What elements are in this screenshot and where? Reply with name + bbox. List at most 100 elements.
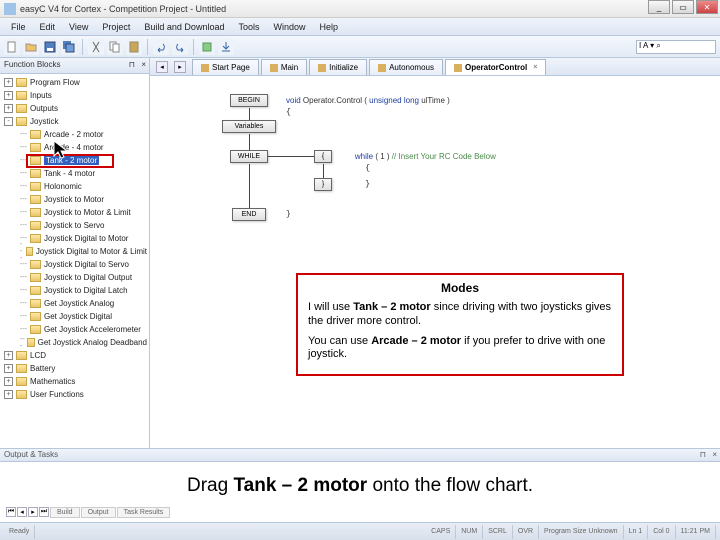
tree-item-get-deadband[interactable]: ---Get Joystick Analog Deadband xyxy=(2,336,147,349)
folder-icon xyxy=(16,377,27,386)
tab-prev-icon[interactable]: ◂ xyxy=(156,61,168,73)
status-col: Col 0 xyxy=(648,525,675,539)
tab-operatorcontrol[interactable]: OperatorControl × xyxy=(445,59,546,75)
saveall-icon[interactable] xyxy=(61,39,77,55)
instruction-text: Drag Tank – 2 motor onto the flow chart. xyxy=(0,468,720,504)
tab-label: Main xyxy=(281,63,298,72)
tree-item-get-digital[interactable]: ---Get Joystick Digital xyxy=(2,310,147,323)
menu-edit[interactable]: Edit xyxy=(33,20,63,34)
block-icon xyxy=(30,286,41,295)
tree-userfn[interactable]: +User Functions xyxy=(2,388,147,401)
block-icon xyxy=(30,221,41,230)
status-caps: CAPS xyxy=(426,525,456,539)
menu-file[interactable]: File xyxy=(4,20,33,34)
tab-icon xyxy=(318,64,326,72)
block-icon xyxy=(30,130,41,139)
flow-brace-open[interactable]: { xyxy=(314,150,332,163)
btab-next-icon[interactable]: ▸ xyxy=(28,507,38,517)
tab-autonomous[interactable]: Autonomous xyxy=(369,59,443,75)
menu-view[interactable]: View xyxy=(62,20,95,34)
btab-build[interactable]: Build xyxy=(50,507,80,518)
tree-item-holonomic[interactable]: ---Holonomic xyxy=(2,180,147,193)
block-icon xyxy=(30,169,41,178)
menu-tools[interactable]: Tools xyxy=(231,20,266,34)
bottom-tabs: ⏮ ◂ ▸ ⏭ Build Output Task Results xyxy=(0,504,170,520)
tree-item-tank2[interactable]: ---Tank - 2 motor xyxy=(2,154,147,167)
tree-item-jsd-motor-limit[interactable]: ---Joystick Digital to Motor & Limit xyxy=(2,245,147,258)
minimize-button[interactable]: _ xyxy=(648,0,670,14)
panel-title: Function Blocks xyxy=(4,60,60,69)
tree-item-tank4[interactable]: ---Tank - 4 motor xyxy=(2,167,147,180)
block-icon xyxy=(30,208,41,217)
btab-last-icon[interactable]: ⏭ xyxy=(39,507,49,517)
tab-label: OperatorControl xyxy=(465,63,527,72)
tree-item-arcade2[interactable]: ---Arcade - 2 motor xyxy=(2,128,147,141)
tree-math[interactable]: +Mathematics xyxy=(2,375,147,388)
code-line-2: { xyxy=(286,108,291,117)
folder-icon xyxy=(16,104,27,113)
tree-item-js-servo[interactable]: ---Joystick to Servo xyxy=(2,219,147,232)
panel-close-icon[interactable]: × xyxy=(141,60,146,69)
redo-icon[interactable] xyxy=(172,39,188,55)
tree-item-js-dlatch[interactable]: ---Joystick to Digital Latch xyxy=(2,284,147,297)
flow-connector xyxy=(323,164,324,178)
tab-next-icon[interactable]: ▸ xyxy=(174,61,186,73)
maximize-button[interactable]: ▭ xyxy=(672,0,694,14)
btab-tasks[interactable]: Task Results xyxy=(117,507,171,518)
tab-icon xyxy=(378,64,386,72)
folder-icon xyxy=(16,364,27,373)
tree-item-js-motor[interactable]: ---Joystick to Motor xyxy=(2,193,147,206)
tab-start[interactable]: Start Page xyxy=(192,59,259,75)
status-num: NUM xyxy=(456,525,483,539)
flow-brace-close[interactable]: } xyxy=(314,178,332,191)
flowchart-canvas[interactable]: BEGIN Variables WHILE { } END void Opera… xyxy=(150,76,720,448)
build-icon[interactable] xyxy=(199,39,215,55)
btab-output[interactable]: Output xyxy=(81,507,116,518)
open-icon[interactable] xyxy=(23,39,39,55)
status-bar: Ready CAPS NUM SCRL OVR Program Size Unk… xyxy=(0,522,720,540)
pin-icon[interactable]: ⊓ xyxy=(129,60,135,69)
tree-item-get-analog[interactable]: ---Get Joystick Analog xyxy=(2,297,147,310)
menu-project[interactable]: Project xyxy=(95,20,137,34)
panel-close-icon[interactable]: × xyxy=(712,450,717,459)
tab-strip: ◂ ▸ Start Page Main Initialize Autonomou… xyxy=(150,58,720,76)
tree-item-arcade4[interactable]: ---Arcade - 4 motor xyxy=(2,141,147,154)
cut-icon[interactable] xyxy=(88,39,104,55)
save-icon[interactable] xyxy=(42,39,58,55)
tab-main[interactable]: Main xyxy=(261,59,307,75)
menu-build[interactable]: Build and Download xyxy=(137,20,231,34)
undo-icon[interactable] xyxy=(153,39,169,55)
tree-item-js-dout[interactable]: ---Joystick to Digital Output xyxy=(2,271,147,284)
status-ovr: OVR xyxy=(513,525,539,539)
tree-item-js-motor-limit[interactable]: ---Joystick to Motor & Limit xyxy=(2,206,147,219)
block-icon xyxy=(30,182,41,191)
new-icon[interactable] xyxy=(4,39,20,55)
close-button[interactable]: ✕ xyxy=(696,0,718,14)
download-icon[interactable] xyxy=(218,39,234,55)
flow-begin[interactable]: BEGIN xyxy=(230,94,268,107)
btab-first-icon[interactable]: ⏮ xyxy=(6,507,16,517)
flow-variables[interactable]: Variables xyxy=(222,120,276,133)
flow-end[interactable]: END xyxy=(232,208,266,221)
tree-outputs[interactable]: +Outputs xyxy=(2,102,147,115)
menu-window[interactable]: Window xyxy=(266,20,312,34)
menu-help[interactable]: Help xyxy=(313,20,346,34)
copy-icon[interactable] xyxy=(107,39,123,55)
tree-item-get-accel[interactable]: ---Get Joystick Accelerometer xyxy=(2,323,147,336)
toolbar-search[interactable]: I A ▾ ⌕ xyxy=(636,40,716,54)
btab-prev-icon[interactable]: ◂ xyxy=(17,507,27,517)
title-bar: easyC V4 for Cortex - Competition Projec… xyxy=(0,0,720,18)
tree-inputs[interactable]: +Inputs xyxy=(2,89,147,102)
tab-initialize[interactable]: Initialize xyxy=(309,59,367,75)
flow-while[interactable]: WHILE xyxy=(230,150,268,163)
block-icon xyxy=(30,273,41,282)
tab-label: Autonomous xyxy=(389,63,434,72)
tab-close-icon[interactable]: × xyxy=(533,64,537,71)
tree-battery[interactable]: +Battery xyxy=(2,362,147,375)
paste-icon[interactable] xyxy=(126,39,142,55)
block-icon xyxy=(30,195,41,204)
tree-program-flow[interactable]: +Program Flow xyxy=(2,76,147,89)
tree-joystick[interactable]: -Joystick xyxy=(2,115,147,128)
pin-icon[interactable]: ⊓ xyxy=(700,450,706,459)
tree-lcd[interactable]: +LCD xyxy=(2,349,147,362)
